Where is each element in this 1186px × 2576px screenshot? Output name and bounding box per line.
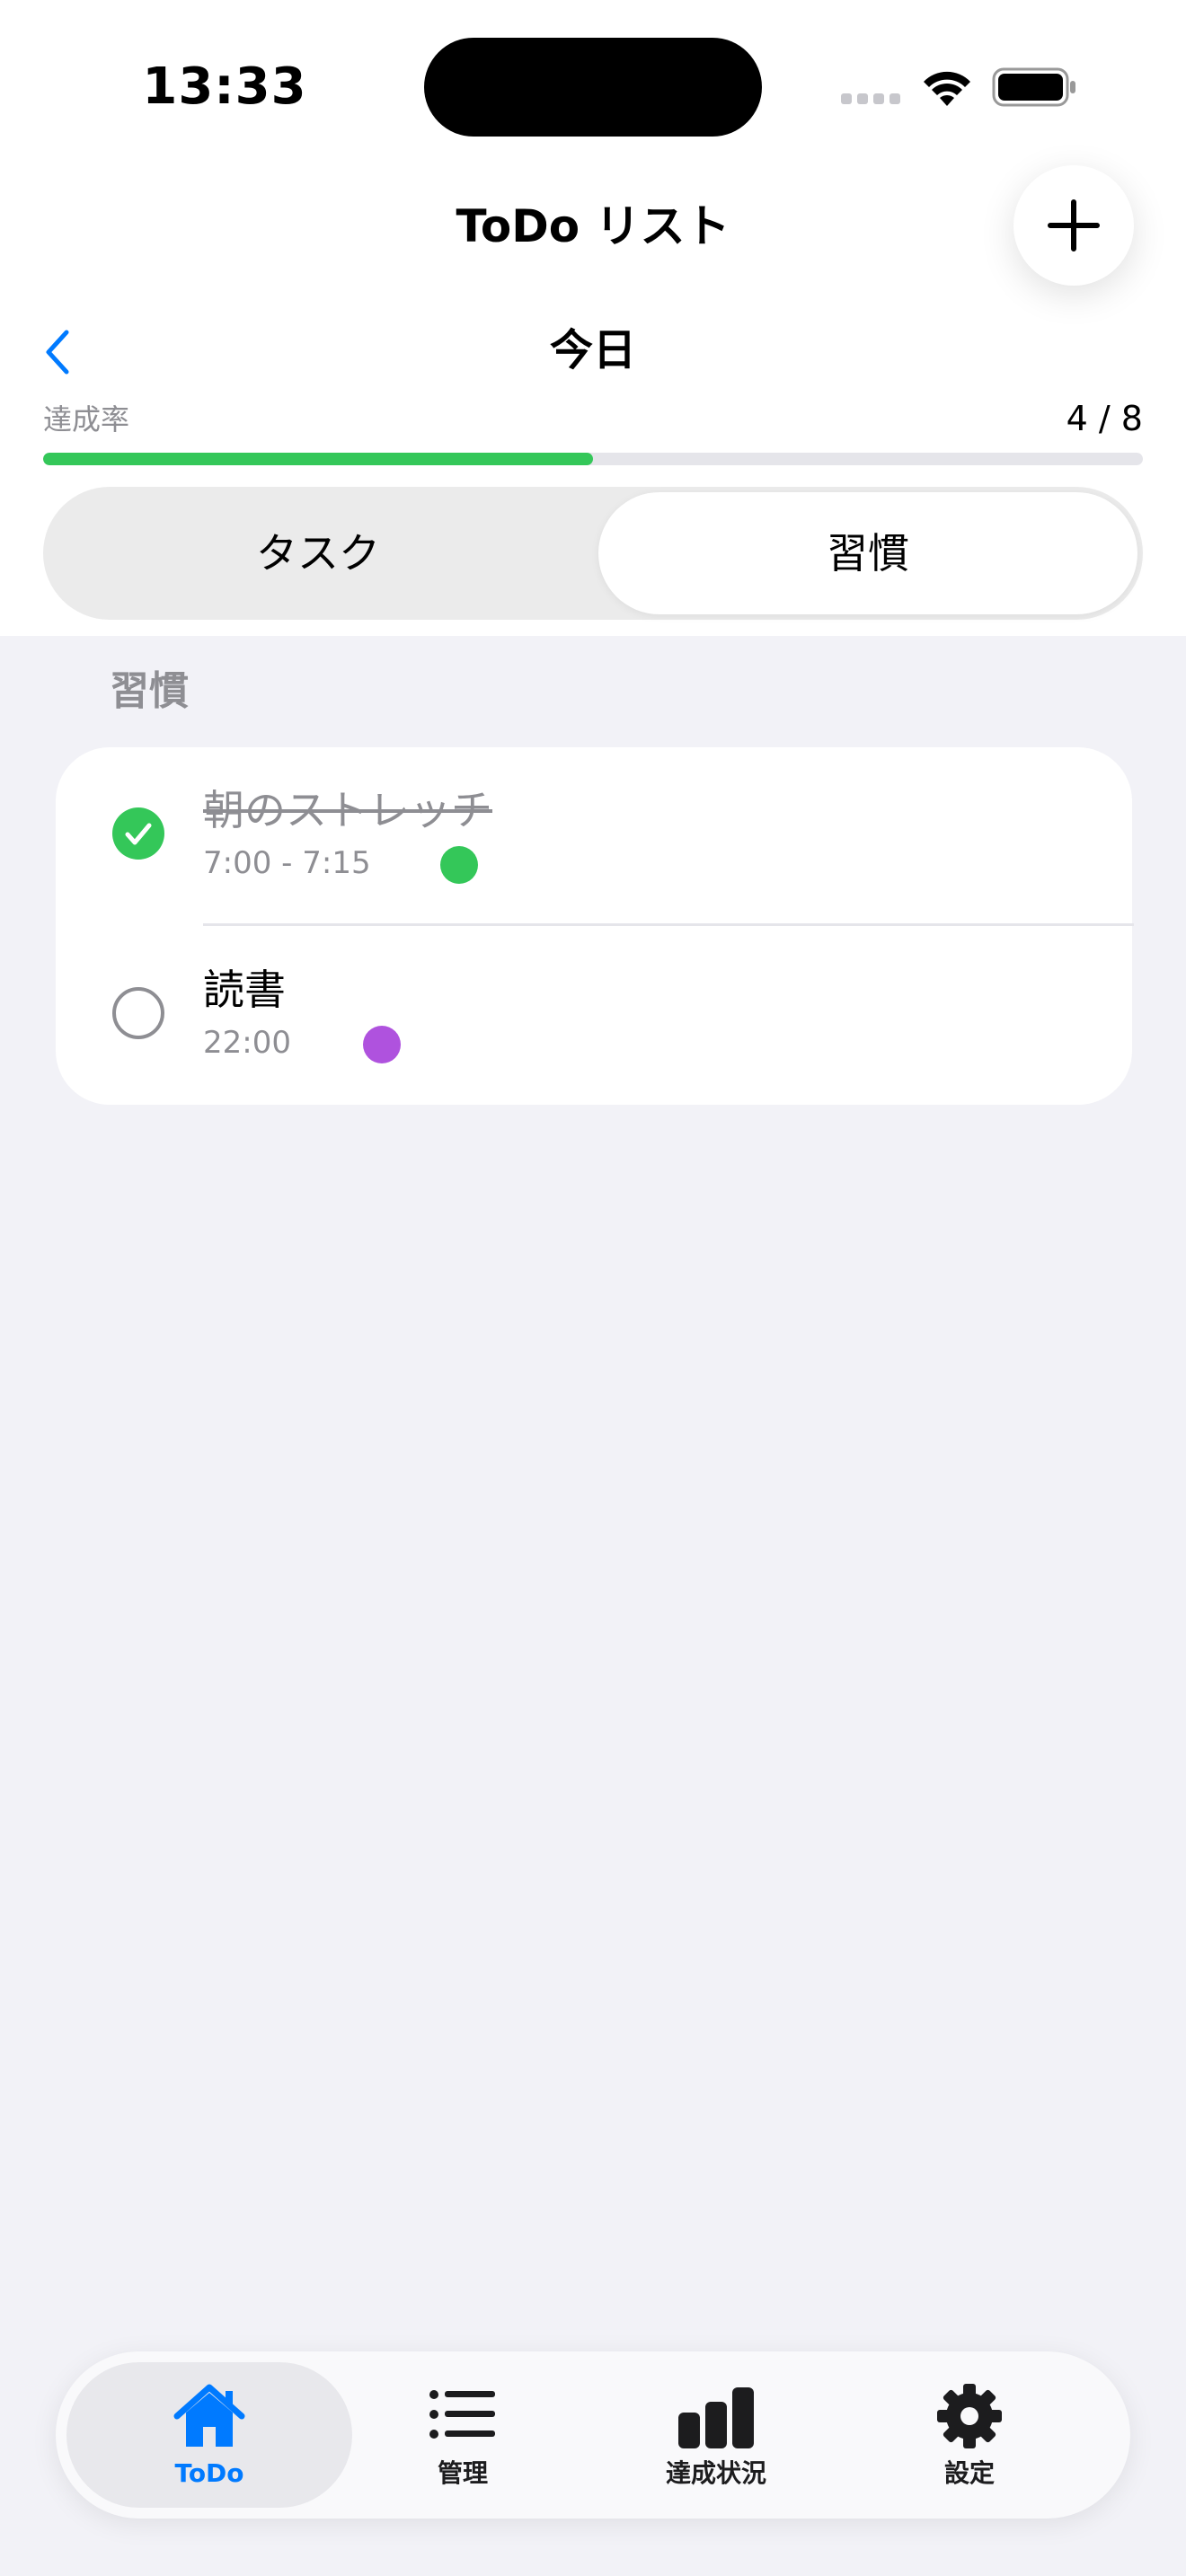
progress-label: 達成率 — [43, 402, 130, 437]
tab-bar: ToDo 管理 達成状況 設定 — [56, 2351, 1130, 2519]
color-dot — [440, 846, 478, 884]
segment-tab-tasks[interactable]: タスク — [49, 492, 588, 614]
segment-tab-habits[interactable]: 習慣 — [598, 492, 1137, 614]
dynamic-island — [424, 38, 762, 137]
page-title: ToDo リスト — [456, 200, 730, 252]
list-icon — [429, 2390, 495, 2439]
tab-label: ToDo — [174, 2458, 244, 2488]
tab-label: 達成状況 — [665, 2458, 766, 2488]
segmented-control: タスク 習慣 — [43, 487, 1143, 620]
habit-title: 読書 — [203, 966, 286, 1014]
color-dot — [363, 1026, 401, 1063]
tab-progress[interactable]: 達成状況 — [573, 2362, 859, 2508]
list-item[interactable]: 読書 22:00 — [56, 927, 1132, 1103]
cellular-signal-icon — [841, 93, 902, 106]
gear-icon — [937, 2384, 1002, 2448]
checkmark-circle-icon[interactable] — [111, 807, 165, 860]
chevron-left-icon[interactable] — [40, 325, 75, 379]
battery-icon — [992, 67, 1075, 107]
habit-time: 7:00 - 7:15 — [203, 845, 371, 881]
progress-value: 4 / 8 — [1066, 399, 1143, 438]
progress-bar — [43, 453, 1143, 465]
tab-settings[interactable]: 設定 — [827, 2362, 1112, 2508]
tab-manage[interactable]: 管理 — [320, 2362, 606, 2508]
add-button[interactable] — [1013, 165, 1134, 286]
progress-fill — [43, 453, 593, 465]
status-time: 13:33 — [142, 57, 307, 116]
tab-todo[interactable]: ToDo — [66, 2362, 352, 2508]
list-item[interactable]: 朝のストレッチ 7:00 - 7:15 — [56, 747, 1134, 926]
habit-time: 22:00 — [203, 1025, 291, 1061]
wifi-icon — [924, 71, 970, 106]
empty-circle-icon[interactable] — [111, 986, 165, 1040]
house-icon — [173, 2384, 245, 2447]
habit-title: 朝のストレッチ — [203, 786, 492, 834]
tab-label: 管理 — [437, 2458, 488, 2488]
plus-icon — [1048, 199, 1100, 251]
section-header: 習慣 — [110, 668, 189, 714]
day-title: 今日 — [549, 325, 636, 375]
chart-icon — [678, 2387, 754, 2448]
divider — [203, 923, 1134, 926]
habit-list: 朝のストレッチ 7:00 - 7:15 読書 22:00 — [56, 747, 1134, 1105]
tab-label: 設定 — [943, 2458, 995, 2488]
